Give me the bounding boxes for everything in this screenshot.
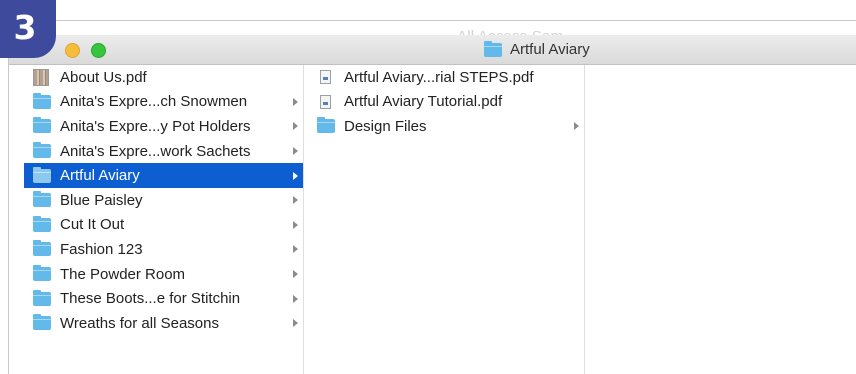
pdf-thumbnail-icon [33,68,49,86]
folder-icon [33,92,51,109]
browser-column-3[interactable] [586,65,856,374]
list-item-folder[interactable]: Anita's Expre...y Pot Holders [24,114,303,139]
list-item-folder[interactable]: Fashion 123 [24,237,303,262]
list-item-about-us[interactable]: About Us.pdf [24,65,303,90]
list-item-pdf[interactable]: Artful Aviary Tutorial.pdf [305,90,584,115]
item-label: Cut It Out [60,216,125,234]
disclosure-arrow-icon [293,97,298,106]
folder-icon [33,166,51,183]
title-bar: Artful Aviary [9,35,856,65]
list-item-folder[interactable]: The Powder Room [24,262,303,287]
step-number-badge: 3 [0,0,56,58]
item-label: These Boots...e for Stitchin [60,290,241,308]
list-item-folder[interactable]: Anita's Expre...ch Snowmen [24,90,303,115]
step-number: 3 [13,7,37,47]
list-item-folder[interactable]: These Boots...e for Stitchin [24,286,303,311]
window-title-label: Artful Aviary [510,41,590,58]
item-label: Anita's Expre...ch Snowmen [60,93,248,111]
folder-icon [317,117,335,134]
disclosure-arrow-icon [293,294,298,303]
list-item-folder[interactable]: Cut It Out [24,213,303,238]
disclosure-arrow-icon [293,171,298,180]
folder-icon [33,265,51,282]
item-label: Blue Paisley [60,191,143,209]
minimize-button[interactable] [65,43,80,58]
disclosure-arrow-icon [293,122,298,131]
disclosure-arrow-icon [293,220,298,229]
finder-window: All Access Sam Artful Aviary About Us.pd… [8,20,856,374]
item-label: Anita's Expre...y Pot Holders [60,117,251,135]
browser-column-1[interactable]: About Us.pdf Anita's Expre...ch Snowmen … [24,65,304,374]
folder-icon [33,314,51,331]
item-label: Anita's Expre...work Sachets [60,142,251,160]
disclosure-arrow-icon [574,122,579,131]
list-item-folder[interactable]: Design Files [305,114,584,139]
folder-icon [33,289,51,306]
zoom-button[interactable] [91,43,106,58]
folder-icon [484,40,502,57]
item-label: Artful Aviary [60,167,140,185]
folder-icon [33,240,51,257]
folder-icon [33,191,51,208]
list-item-folder[interactable]: Anita's Expre...work Sachets [24,139,303,164]
list-item-pdf[interactable]: Artful Aviary...rial STEPS.pdf [305,65,584,90]
item-label: Wreaths for all Seasons [60,314,219,332]
window-title: Artful Aviary [484,40,590,58]
disclosure-arrow-icon [293,319,298,328]
item-label: Artful Aviary Tutorial.pdf [344,93,503,111]
disclosure-arrow-icon [293,196,298,205]
pdf-file-icon [320,70,331,85]
disclosure-arrow-icon [293,245,298,254]
item-label: Design Files [344,117,427,135]
list-item-folder[interactable]: Wreaths for all Seasons [24,311,303,336]
pdf-file-icon [320,94,331,109]
folder-icon [33,215,51,232]
folder-icon [33,142,51,159]
item-label: Artful Aviary...rial STEPS.pdf [344,68,534,86]
list-item-folder-selected[interactable]: Artful Aviary [24,163,303,188]
browser-column-2[interactable]: Artful Aviary...rial STEPS.pdf Artful Av… [305,65,585,374]
disclosure-arrow-icon [293,270,298,279]
list-item-folder[interactable]: Blue Paisley [24,188,303,213]
folder-icon [33,117,51,134]
item-label: Fashion 123 [60,240,143,258]
item-label: About Us.pdf [60,68,147,86]
disclosure-arrow-icon [293,147,298,156]
item-label: The Powder Room [60,265,186,283]
